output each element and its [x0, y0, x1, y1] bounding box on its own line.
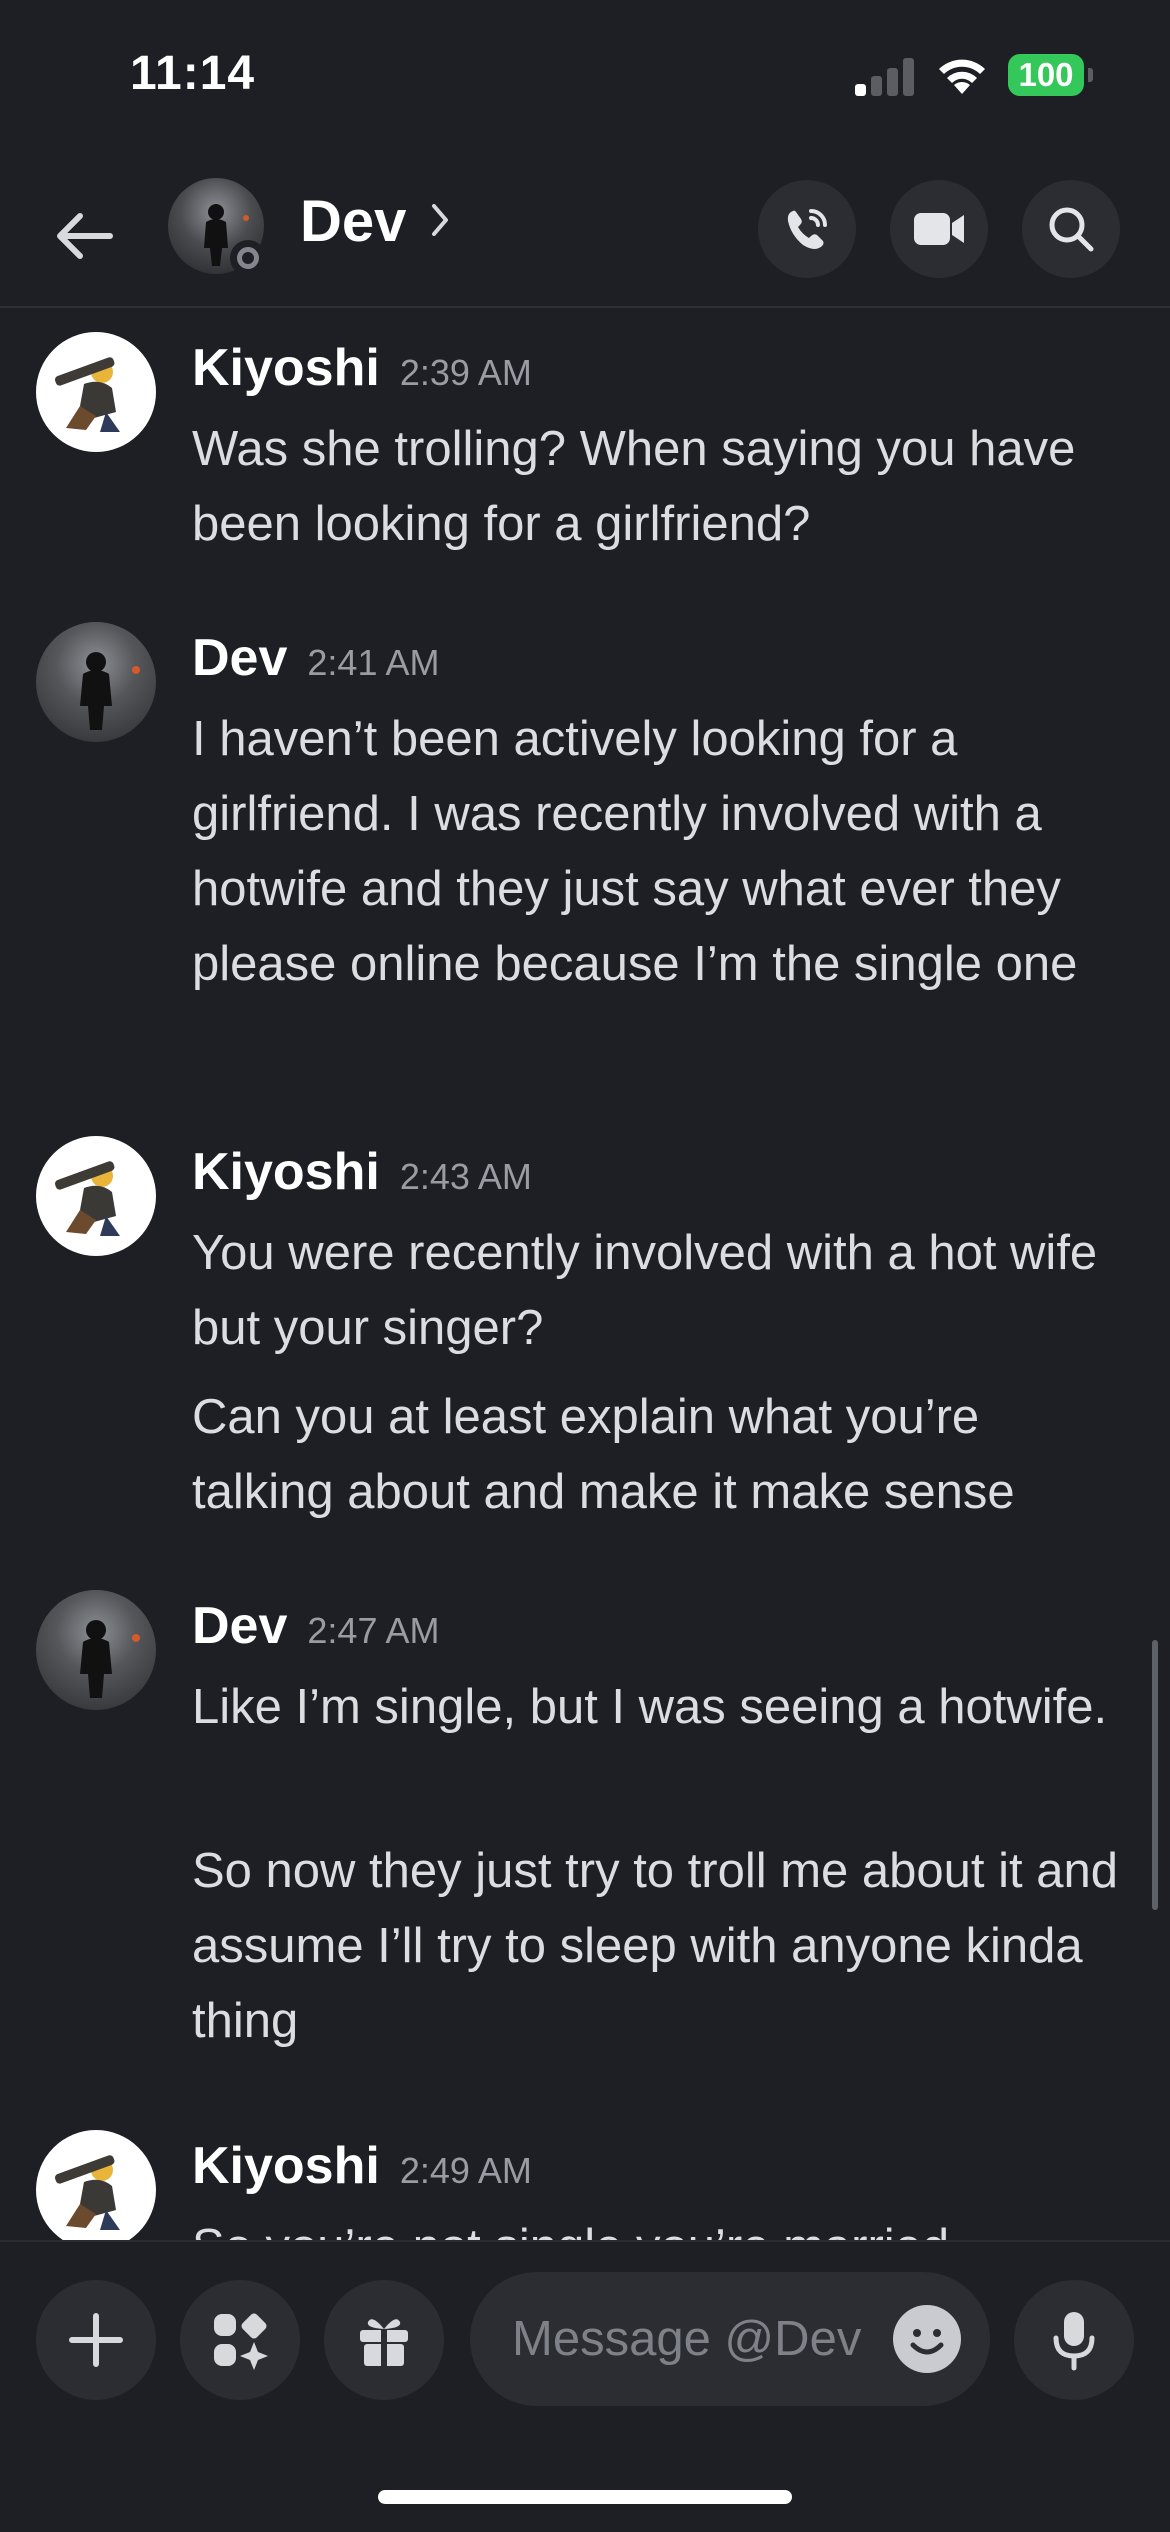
message-text: So now they just try to troll me about i… [192, 1844, 1119, 2048]
arrow-left-icon [57, 213, 113, 259]
video-call-button[interactable] [890, 180, 988, 278]
person-figure-icon [80, 1620, 140, 1698]
message-timestamp: 2:43 AM [399, 1156, 532, 1197]
message-author[interactable]: Dev 2:47 AM [192, 1596, 440, 1656]
chevron-right-icon[interactable] [430, 202, 450, 238]
phone-call-icon [787, 209, 827, 249]
scrollbar[interactable] [1152, 1640, 1158, 1910]
apps-sparkle-icon [214, 2313, 268, 2370]
avatar[interactable] [36, 622, 156, 742]
status-time: 11:14 [130, 47, 256, 100]
message-author[interactable]: Dev 2:41 AM [192, 628, 440, 688]
message-text: So you’re not single you’re married [192, 2210, 1122, 2240]
voice-message-button[interactable] [1014, 2280, 1134, 2400]
message-timestamp: 2:47 AM [307, 1610, 440, 1651]
message-timestamp: 2:49 AM [399, 2150, 532, 2191]
avatar[interactable] [36, 1136, 156, 1256]
add-attachment-button[interactable] [36, 2280, 156, 2400]
message-input[interactable] [512, 2272, 892, 2406]
search-button[interactable] [1022, 180, 1120, 278]
character-avatar-icon [55, 1161, 120, 1236]
cellular-signal-icon [855, 58, 915, 96]
message-author[interactable]: Kiyoshi 2:39 AM [192, 338, 532, 398]
chat-header: Dev [0, 160, 1170, 308]
back-button[interactable] [48, 200, 120, 272]
status-bar: 11:14 100 [0, 0, 1170, 160]
apps-button[interactable] [180, 2280, 300, 2400]
character-avatar-icon [55, 357, 120, 432]
channel-name[interactable]: Dev [300, 188, 406, 255]
avatar[interactable] [36, 332, 156, 452]
character-avatar-icon [55, 2155, 120, 2230]
message-text: Like I’m single, but I was seeing a hotw… [192, 1680, 1108, 1734]
message-list[interactable]: Kiyoshi 2:39 AM Was she trolling? When sa… [0, 310, 1170, 2240]
message-timestamp: 2:39 AM [399, 352, 532, 393]
gift-icon [360, 2319, 408, 2366]
message-input-field[interactable] [470, 2272, 990, 2406]
smiley-icon[interactable] [893, 2305, 961, 2373]
message-text: I haven’t been actively looking for a gi… [192, 712, 1078, 991]
person-figure-icon [80, 652, 140, 730]
battery-level: 100 [1008, 54, 1084, 96]
home-indicator[interactable] [378, 2490, 792, 2504]
battery-tip [1088, 68, 1093, 82]
microphone-icon [1053, 2312, 1095, 2371]
message-timestamp: 2:41 AM [307, 642, 440, 683]
message-text: You were recently involved with a hot wi… [192, 1226, 1098, 1355]
message-composer [0, 2240, 1170, 2532]
avatar[interactable] [36, 2130, 156, 2240]
message-author[interactable]: Kiyoshi 2:49 AM [192, 2136, 532, 2196]
plus-icon [69, 2313, 123, 2367]
search-icon [1049, 207, 1094, 252]
avatar[interactable] [36, 1590, 156, 1710]
message-text: Can you at least explain what you’re tal… [192, 1390, 1015, 1519]
video-camera-icon [914, 213, 964, 245]
wifi-icon [939, 59, 985, 94]
gift-button[interactable] [324, 2280, 444, 2400]
voice-call-button[interactable] [758, 180, 856, 278]
message-author[interactable]: Kiyoshi 2:43 AM [192, 1142, 532, 1202]
message-text: Was she trolling? When saying you have b… [192, 422, 1076, 551]
offline-status-icon [230, 240, 266, 276]
